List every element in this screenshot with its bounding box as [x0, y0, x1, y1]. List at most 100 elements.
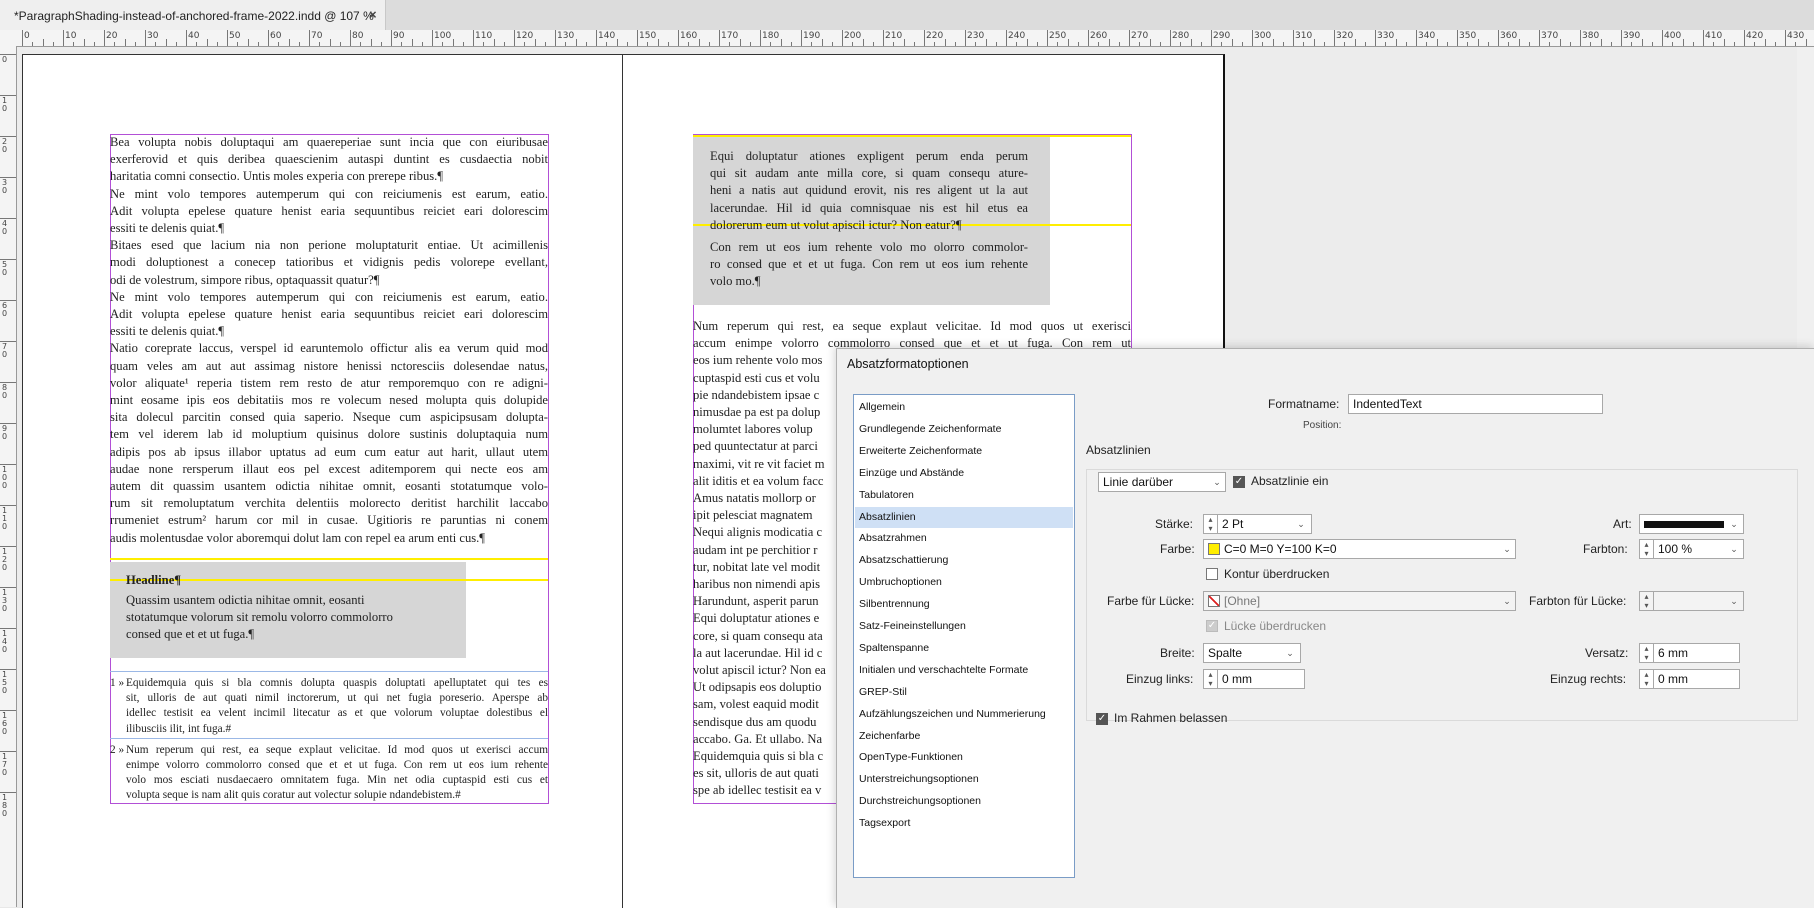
right-indent-label: Einzug rechts:: [1550, 672, 1627, 686]
gap-color-select[interactable]: [Ohne]: [1203, 591, 1516, 611]
type-chevron-icon[interactable]: ⌄: [1727, 514, 1741, 534]
category-item[interactable]: Grundlegende Zeichenformate: [855, 419, 1073, 440]
category-item[interactable]: Unterstreichungsoptionen: [855, 769, 1073, 790]
format-name-input[interactable]: IndentedText: [1348, 394, 1603, 414]
footnote-divider: [110, 737, 548, 739]
category-item[interactable]: Erweiterte Zeichenformate: [855, 441, 1073, 462]
ruler-label: 340: [1418, 31, 1436, 41]
ruler-label: 30: [147, 31, 159, 41]
document-tab-title: *ParagraphShading-instead-of-anchored-fr…: [14, 9, 374, 23]
ruler-minor-tick: [52, 42, 54, 46]
ruler-label: 80: [352, 31, 364, 41]
ruler-minor-tick: [1262, 42, 1264, 46]
category-item[interactable]: Absatzschattierung: [855, 550, 1073, 571]
ruler-minor-tick: [1672, 42, 1674, 46]
category-item[interactable]: Absatzrahmen: [855, 528, 1073, 549]
category-item[interactable]: Umbruchoptionen: [855, 572, 1073, 593]
ruler-tick: [1416, 30, 1417, 46]
vertical-ruler[interactable]: 0 1 0 2 0 3 0 4 0 5 0 6 0 7 0 8 0 9 0 1 0 0 1 1 0 1 …: [0, 46, 17, 907]
color-select[interactable]: C=0 M=0 Y=100 K=0: [1203, 539, 1516, 559]
weight-stepper[interactable]: ▴ ▾: [1203, 514, 1217, 534]
ruler-tick: [186, 30, 187, 46]
category-item[interactable]: Initialen und verschachtelte Formate: [855, 660, 1073, 681]
ruler-minor-tick: [1016, 42, 1018, 46]
horizontal-ruler[interactable]: 0 10 20 30 40 50 60 70 80 90 100 110 120 130 140 150 160…: [16, 30, 1814, 47]
ruler-minor-tick: [339, 42, 341, 46]
category-item[interactable]: Silbentrennung: [855, 594, 1073, 615]
ruler-minor-tick: [114, 42, 116, 46]
close-tab-icon[interactable]: ×: [369, 7, 377, 22]
category-item[interactable]: Durchstreichungsoptionen: [855, 791, 1073, 812]
ruler-origin[interactable]: [0, 30, 17, 47]
ruler-label: 210: [885, 31, 903, 41]
rule-position-select[interactable]: Linie darüber: [1098, 472, 1226, 492]
ruler-minor-tick: [934, 42, 936, 46]
document-tab[interactable]: *ParagraphShading-instead-of-anchored-fr…: [0, 0, 386, 30]
gap-tint-chevron-icon[interactable]: ⌄: [1727, 591, 1741, 611]
weight-chevron-icon[interactable]: ⌄: [1294, 514, 1308, 534]
headline: Headline¶: [126, 573, 182, 587]
category-list[interactable]: Allgemein Grundlegende Zeichenformate Erwe…: [853, 394, 1075, 878]
text-line: Con rem ut eos ium rehente volo mo olorr…: [710, 240, 1028, 254]
ruler-label: 400: [1664, 31, 1682, 41]
ruler-minor-tick: [370, 39, 372, 46]
offset-stepper[interactable]: ▴ ▾: [1639, 643, 1653, 663]
rule-on-checkbox[interactable]: ✓: [1233, 476, 1245, 488]
tint-chevron-icon[interactable]: ⌄: [1727, 539, 1741, 559]
text-line: autem dit quassim usantem odictia nihita…: [110, 479, 548, 493]
ruler-tick: [1088, 30, 1089, 46]
ruler-minor-tick: [698, 39, 700, 46]
category-item[interactable]: Aufzählungszeichen und Nummerierung: [855, 704, 1073, 725]
ruler-minor-tick: [862, 39, 864, 46]
ruler-label: 1 4 0: [2, 629, 8, 654]
text-line: rrumeniet estrum² harum cor mil in cusae…: [110, 513, 548, 528]
category-item[interactable]: Tabulatoren: [855, 485, 1073, 506]
gap-overprint-checkbox[interactable]: ✓: [1206, 620, 1218, 632]
ruler-tick: [391, 30, 392, 46]
keep-in-frame-checkbox[interactable]: ✓: [1096, 713, 1108, 725]
rule-position-value: Linie darüber: [1103, 475, 1174, 489]
ruler-tick: [1334, 30, 1335, 46]
ruler-minor-tick: [1692, 42, 1694, 46]
ruler-minor-tick: [1559, 39, 1561, 46]
ruler-minor-tick: [1641, 39, 1643, 46]
category-item[interactable]: OpenType-Funktionen: [855, 747, 1073, 768]
ruler-minor-tick: [73, 42, 75, 46]
ruler-label: 180: [762, 31, 780, 41]
width-chevron-icon[interactable]: ⌄: [1283, 643, 1297, 663]
ruler-minor-tick: [1651, 42, 1653, 46]
color-chevron-icon[interactable]: ⌄: [1500, 539, 1514, 559]
overprint-checkbox[interactable]: [1206, 568, 1218, 580]
offset-input[interactable]: 6 mm: [1653, 643, 1740, 663]
category-item[interactable]: Satz-Feineinstellungen: [855, 616, 1073, 637]
text-line: audis molentusdae volor aboremqui dolut …: [110, 530, 486, 545]
gap-color-chevron-icon[interactable]: ⌄: [1500, 591, 1514, 611]
ruler-tick: [473, 30, 474, 46]
category-item[interactable]: Einzüge und Abstände: [855, 463, 1073, 484]
ruler-minor-tick: [1077, 42, 1079, 46]
ruler-tick: [555, 30, 556, 46]
category-item[interactable]: GREP-Stil: [855, 682, 1073, 703]
ruler-minor-tick: [903, 39, 905, 46]
gap-tint-stepper[interactable]: ▴ ▾: [1639, 591, 1653, 611]
ruler-label: 9 0: [2, 424, 8, 441]
ruler-label: 1 5 0: [2, 670, 8, 695]
tint-stepper[interactable]: ▴ ▾: [1639, 539, 1653, 559]
footnote-line: ilibusciis ilit, int fuga.#: [126, 722, 232, 735]
category-item[interactable]: Absatzlinien: [855, 506, 1073, 528]
ruler-minor-tick: [257, 42, 259, 46]
text-line: dolorerum eum ut volut apiscil ictur? No…: [710, 217, 962, 232]
category-item[interactable]: Allgemein: [855, 397, 1073, 418]
ruler-minor-tick: [319, 42, 321, 46]
left-indent-stepper[interactable]: ▴ ▾: [1203, 669, 1217, 689]
right-indent-stepper[interactable]: ▴ ▾: [1639, 669, 1653, 689]
gap-tint-label: Farbton für Lücke:: [1529, 594, 1627, 608]
footnote-separator: [110, 671, 548, 672]
ruler-tick: [227, 30, 228, 46]
text-line: qui sit audam ante milla core, si quam c…: [710, 166, 1028, 181]
category-item[interactable]: Zeichenfarbe: [855, 726, 1073, 747]
right-indent-input[interactable]: 0 mm: [1653, 669, 1740, 689]
category-item[interactable]: Tagsexport: [855, 813, 1073, 834]
category-item[interactable]: Spaltenspanne: [855, 638, 1073, 659]
left-indent-input[interactable]: 0 mm: [1217, 669, 1305, 689]
